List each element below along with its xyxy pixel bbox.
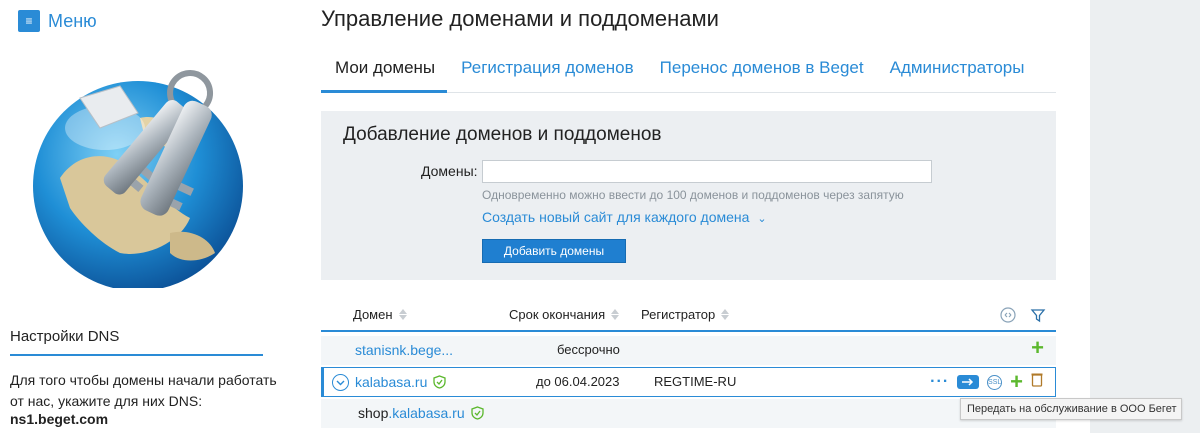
shield-check-icon xyxy=(470,406,484,423)
sort-icon xyxy=(398,309,407,320)
chevron-down-icon: ⌄ xyxy=(757,213,767,225)
domain-link[interactable]: stanisnk.bege... xyxy=(355,342,453,358)
table-row-subdomain: shop.kalabasa.ru xyxy=(321,399,1056,428)
tab-my-domains[interactable]: Мои домены xyxy=(321,52,448,93)
column-expires[interactable]: Срок окончания xyxy=(509,307,620,322)
tab-administrators[interactable]: Администраторы xyxy=(876,52,1037,93)
column-registrar-label: Регистратор xyxy=(641,307,716,322)
expires-cell: бессрочно xyxy=(557,342,620,357)
row-actions: + xyxy=(1031,337,1044,359)
ssl-icon[interactable]: SSL xyxy=(987,374,1003,390)
shield-check-icon xyxy=(433,375,447,392)
page-title: Управление доменами и поддоменами xyxy=(321,6,719,31)
domains-table-header: Домен Срок окончания Регистратор xyxy=(321,298,1056,332)
chevron-down-icon xyxy=(336,380,345,386)
subdomain-cell: shop.kalabasa.ru xyxy=(358,405,484,423)
more-options-icon[interactable]: ··· xyxy=(930,373,949,391)
create-site-label: Создать новый сайт для каждого домена xyxy=(482,209,750,225)
column-domain-label: Домен xyxy=(353,307,393,322)
page: ≡ Меню Настройки DNS Для того чтобы доме… xyxy=(0,0,1200,433)
hamburger-icon: ≡ xyxy=(18,10,40,32)
trash-icon[interactable] xyxy=(1031,372,1043,392)
registrar-cell: REGTIME-RU xyxy=(654,374,737,389)
column-expires-label: Срок окончания xyxy=(509,307,606,322)
domains-hint: Одновременно можно ввести до 100 доменов… xyxy=(482,188,904,202)
domain-cell: kalabasa.ru xyxy=(355,374,447,392)
expand-toggle[interactable] xyxy=(332,374,349,391)
transfer-domain-icon[interactable] xyxy=(957,375,980,389)
filter-icon[interactable] xyxy=(1030,307,1046,328)
tab-bar: Мои домены Регистрация доменов Перенос д… xyxy=(321,52,1056,93)
table-row: stanisnk.bege... бессрочно + xyxy=(321,336,1056,365)
add-subdomain-icon[interactable]: + xyxy=(1031,337,1044,359)
domain-link[interactable]: kalabasa.ru xyxy=(355,374,427,390)
add-domains-button[interactable]: Добавить домены xyxy=(482,239,626,263)
refresh-icon[interactable] xyxy=(1000,307,1016,328)
dns-settings-title: Настройки DNS xyxy=(10,328,120,345)
subdomain-host[interactable]: shop xyxy=(358,405,388,421)
dns-title-underline xyxy=(10,354,263,356)
add-domains-panel: Добавление доменов и поддоменов Домены: … xyxy=(321,111,1056,280)
column-registrar[interactable]: Регистратор xyxy=(641,307,730,322)
sort-icon xyxy=(611,309,620,320)
dns-instructions: Для того чтобы домены начали работать от… xyxy=(10,372,277,409)
tab-domain-registration[interactable]: Регистрация доменов xyxy=(447,52,646,93)
add-subdomain-icon[interactable]: + xyxy=(1010,371,1023,393)
column-domain[interactable]: Домен xyxy=(353,307,407,322)
sort-icon xyxy=(721,309,730,320)
domains-input[interactable] xyxy=(482,160,932,183)
table-row: kalabasa.ru до 06.04.2023 REGTIME-RU ···… xyxy=(321,367,1056,397)
create-site-toggle[interactable]: Создать новый сайт для каждого домена ⌄ xyxy=(482,209,767,225)
menu-label: Меню xyxy=(48,10,97,31)
expires-cell: до 06.04.2023 xyxy=(536,374,620,389)
row-actions: ··· SSL + xyxy=(930,371,1043,393)
subdomain-parent[interactable]: .kalabasa.ru xyxy=(388,405,464,421)
menu-button[interactable]: ≡ Меню xyxy=(18,10,97,32)
globe-keys-illustration xyxy=(20,58,270,291)
right-strip xyxy=(1090,0,1200,433)
add-domains-title: Добавление доменов и поддоменов xyxy=(343,124,662,145)
transfer-tooltip: Передать на обслуживание в ООО Бегет xyxy=(960,398,1182,420)
dns-nameserver: ns1.beget.com xyxy=(10,411,109,427)
domains-label: Домены: xyxy=(421,163,478,179)
tab-domain-transfer[interactable]: Перенос доменов в Beget xyxy=(646,52,876,93)
table-header-tools xyxy=(1000,307,1046,328)
